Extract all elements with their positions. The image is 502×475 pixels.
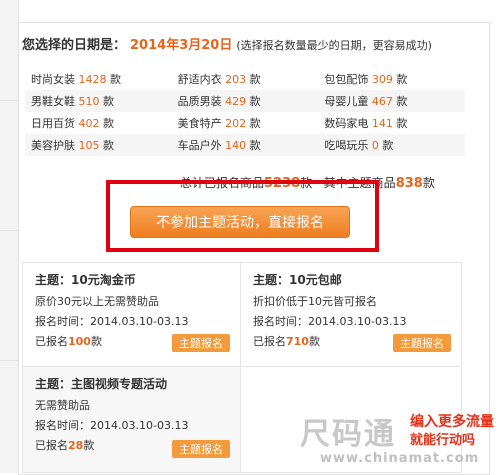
category-item: 包包配饰 309 款: [324, 73, 408, 86]
theme-desc: 折扣价低于10元皆可报名: [253, 295, 377, 308]
date-hint: (选择报名数量最少的日期，更容易成功): [236, 39, 432, 52]
category-item: 数码家电 141 款: [324, 117, 408, 130]
watermark-red-text-2: 就能行动吗: [410, 433, 476, 448]
category-item: 时尚女装 1428 款: [31, 73, 121, 86]
category-item: 男鞋女鞋 510 款: [31, 95, 114, 108]
watermark-url: www.chinamat.com: [320, 451, 480, 466]
theme-signup-button[interactable]: 主题报名: [172, 334, 230, 352]
category-item: 美容护肤 105 款: [31, 139, 114, 152]
date-lead-label: 您选择的日期是：: [22, 38, 127, 53]
theme-time: 报名时间：2014.03.10-03.13: [35, 315, 189, 328]
theme-time: 报名时间：2014.03.10-03.13: [35, 419, 189, 432]
theme-signup-button[interactable]: 主题报名: [393, 334, 451, 352]
category-item: 日用百货 402 款: [31, 117, 114, 130]
theme-title: 主题：10元包邮: [253, 273, 342, 287]
watermark-red-text: 编入更多流量: [410, 414, 494, 430]
theme-time: 报名时间：2014.03.10-03.13: [253, 315, 407, 328]
category-item: 吃喝玩乐 0 款: [324, 139, 394, 152]
watermark-logo-text: 尺码通: [300, 417, 396, 452]
theme-title: 主题：10元淘金币: [35, 273, 136, 287]
watermark: 尺码通 编入更多流量 就能行动吗 www.chinamat.com: [300, 405, 500, 473]
theme-card: 主题：主图视频专题活动 无需赞助品 报名时间：2014.03.10-03.13 …: [23, 367, 241, 472]
theme-signup-button[interactable]: 主题报名: [172, 440, 230, 458]
selected-date-header: 您选择的日期是： 2014年3月20日 (选择报名数量最少的日期，更容易成功): [22, 34, 432, 53]
category-item: 母婴儿童 467 款: [324, 95, 408, 108]
theme-desc: 无需赞助品: [35, 399, 90, 412]
selected-date: 2014年3月20日: [130, 38, 233, 53]
category-item: 车品户外 140 款: [177, 139, 261, 152]
theme-card: 主题：10元包邮 折扣价低于10元皆可报名 报名时间：2014.03.10-03…: [241, 263, 461, 367]
theme-title: 主题：主图视频专题活动: [35, 377, 168, 391]
category-item: 美食特产 202 款: [177, 117, 261, 130]
theme-card: 主题：10元淘金币 原价30元以上无需赞助品 报名时间：2014.03.10-0…: [23, 263, 241, 367]
category-count-grid: 时尚女装 1428 款 舒适内衣 203 款 包包配饰 309 款 男鞋女鞋 5…: [25, 68, 465, 156]
category-item: 品质男装 429 款: [177, 95, 261, 108]
theme-desc: 原价30元以上无需赞助品: [35, 295, 159, 308]
direct-signup-button[interactable]: 不参加主题活动，直接报名: [130, 206, 350, 238]
category-item: 舒适内衣 203 款: [177, 73, 261, 86]
left-sidebar-strip: [0, 0, 19, 473]
